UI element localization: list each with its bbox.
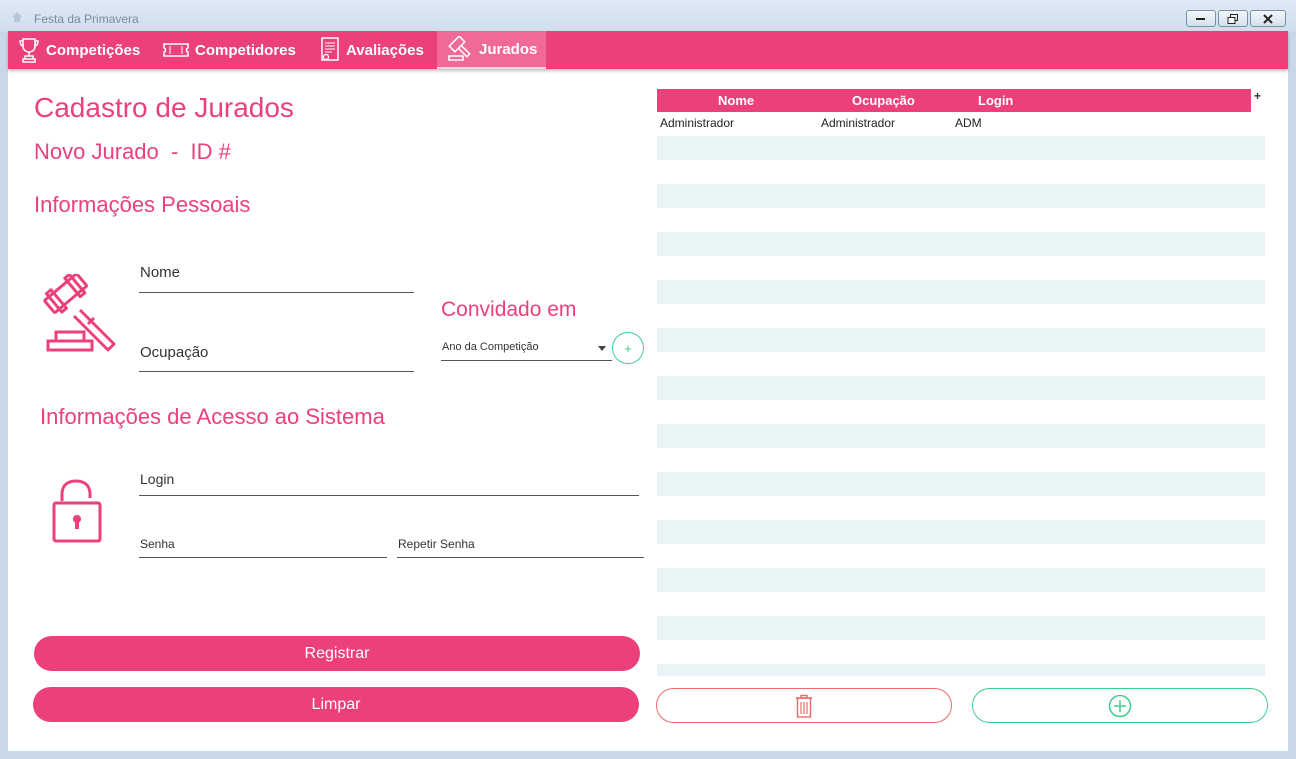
main-navbar: Competições Competidores Avaliações Jura…	[8, 31, 1288, 69]
empty-table-row	[657, 136, 1265, 160]
empty-table-row	[657, 496, 1265, 520]
close-icon	[1263, 13, 1273, 24]
column-header-nome[interactable]: Nome	[718, 93, 754, 108]
gavel-icon	[448, 36, 471, 61]
nome-label: Nome	[140, 264, 181, 281]
empty-table-row	[657, 256, 1265, 280]
lock-icon	[52, 479, 102, 543]
access-info-heading: Informações de Acesso ao Sistema	[40, 404, 385, 429]
tab-competidores[interactable]: Competidores	[163, 31, 304, 69]
table-header: Nome Ocupação Login	[657, 89, 1251, 112]
add-jurado-button[interactable]	[972, 688, 1268, 723]
empty-table-row	[657, 568, 1265, 592]
column-header-login[interactable]: Login	[978, 93, 1013, 108]
tab-competicoes-label: Competições	[46, 41, 141, 59]
chevron-down-icon	[598, 346, 606, 351]
ano-competicao-select[interactable]: Ano da Competição	[441, 337, 612, 361]
minimize-icon	[1196, 17, 1205, 20]
ano-competicao-placeholder: Ano da Competição	[442, 341, 539, 353]
empty-table-row	[657, 592, 1265, 616]
add-year-button[interactable]: +	[612, 332, 644, 364]
window-titlebar: Festa da Primavera	[0, 0, 1296, 32]
ticket-icon	[163, 43, 189, 57]
tab-avaliacoes-label: Avaliações	[346, 41, 424, 59]
empty-table-row	[657, 352, 1265, 376]
empty-table-row	[657, 424, 1265, 448]
senha-label: Senha	[140, 537, 175, 551]
repetir-senha-label: Repetir Senha	[398, 537, 475, 551]
empty-table-row	[657, 160, 1265, 184]
record-subtitle: Novo Jurado - ID #	[34, 139, 231, 164]
limpar-button[interactable]: Limpar	[33, 687, 639, 722]
close-button[interactable]	[1250, 10, 1286, 27]
repetir-senha-field[interactable]: Repetir Senha	[397, 537, 644, 558]
tab-jurados[interactable]: Jurados	[437, 31, 546, 69]
tab-avaliacoes[interactable]: Avaliações	[320, 31, 432, 69]
tab-competicoes[interactable]: Competições	[18, 31, 148, 69]
minimize-button[interactable]	[1186, 10, 1216, 27]
column-header-ocupacao[interactable]: Ocupação	[852, 93, 915, 108]
empty-table-row	[657, 448, 1265, 472]
gavel-icon	[43, 274, 116, 352]
document-icon	[321, 37, 339, 61]
plus-icon: +	[624, 340, 632, 356]
empty-table-row	[657, 544, 1265, 568]
app-icon	[12, 12, 22, 22]
empty-table-row	[657, 328, 1265, 352]
convidado-heading: Convidado em	[441, 298, 577, 321]
nome-field[interactable]: Nome	[139, 263, 414, 293]
delete-button[interactable]	[656, 688, 952, 723]
empty-table-row	[657, 472, 1265, 496]
ocupacao-label: Ocupação	[140, 344, 209, 361]
empty-table-row	[657, 232, 1265, 256]
empty-table-row	[657, 304, 1265, 328]
registrar-button[interactable]: Registrar	[34, 636, 640, 671]
empty-table-row	[657, 184, 1265, 208]
empty-table-row	[657, 664, 1265, 676]
empty-table-row	[657, 616, 1265, 640]
trophy-icon	[19, 38, 39, 63]
empty-table-row	[657, 208, 1265, 232]
login-field[interactable]: Login	[139, 471, 639, 496]
tab-competidores-label: Competidores	[195, 41, 296, 59]
empty-table-row	[657, 520, 1265, 544]
empty-table-row	[657, 400, 1265, 424]
empty-table-row	[657, 640, 1265, 664]
personal-info-heading: Informações Pessoais	[34, 192, 251, 217]
add-column-icon[interactable]: +	[1254, 89, 1261, 103]
client-area: Competições Competidores Avaliações Jura…	[8, 31, 1288, 751]
ocupacao-field[interactable]: Ocupação	[139, 342, 414, 372]
login-label: Login	[140, 471, 175, 487]
cell-login: ADM	[955, 116, 982, 130]
cell-ocupacao: Administrador	[821, 116, 896, 130]
senha-field[interactable]: Senha	[139, 537, 387, 558]
restore-button[interactable]	[1218, 10, 1248, 27]
empty-table-row	[657, 280, 1265, 304]
cell-nome: Administrador	[660, 116, 735, 130]
page-title: Cadastro de Jurados	[34, 92, 294, 123]
plus-circle-icon	[1108, 694, 1132, 717]
trash-icon	[796, 694, 812, 718]
tab-jurados-label: Jurados	[479, 40, 538, 58]
empty-table-row	[657, 376, 1265, 400]
jurados-table: Nome Ocupação Login + Administrador Admi…	[657, 89, 1265, 676]
window-title: Festa da Primavera	[34, 12, 139, 26]
table-row[interactable]: Administrador Administrador ADM	[657, 112, 1265, 136]
restore-icon	[1227, 13, 1238, 24]
